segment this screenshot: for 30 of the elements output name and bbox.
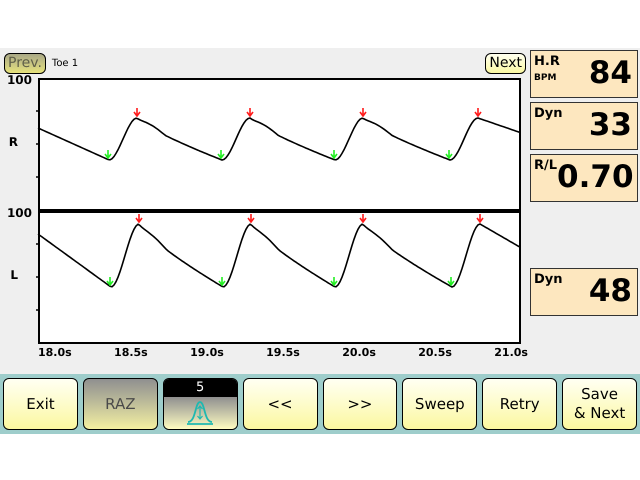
filter-level: 5 (164, 379, 237, 397)
x-axis-label: 20.5s (418, 347, 452, 358)
filter-button[interactable]: 5 (162, 378, 238, 430)
next-button[interactable]: Next (485, 52, 526, 74)
readout-label: R/L (534, 158, 558, 174)
x-axis-label: 19.0s (190, 347, 224, 358)
x-axis-label: 19.5s (266, 347, 300, 358)
readout-value: 0.70 (557, 162, 634, 193)
toolbar-button[interactable]: << (242, 378, 318, 430)
readout-unit: BPM (534, 74, 558, 84)
readout-label: Dyn (534, 106, 563, 122)
readout-value: 48 (588, 276, 632, 307)
toolbar-button[interactable]: >> (322, 378, 398, 430)
readout-value: 84 (588, 58, 632, 89)
channel-label: R (8, 136, 18, 148)
toolbar-button[interactable]: Retry (482, 378, 558, 430)
x-axis-label: 20.0s (342, 347, 376, 358)
recording-title: Toe 1 (52, 56, 80, 70)
readout-label: Dyn (534, 272, 563, 288)
x-axis-label: 18.5s (114, 347, 148, 358)
toolbar-button[interactable]: Save & Next (562, 378, 637, 430)
x-axis-label: 21.0s (494, 347, 528, 358)
readout-label: H.R (534, 54, 560, 70)
toolbar-button[interactable]: Exit (3, 378, 78, 430)
y-max-label: 100 (6, 74, 32, 86)
x-axis-label: 18.0s (38, 347, 72, 358)
y-max-label: 100 (6, 207, 32, 219)
toolbar-button[interactable]: Sweep (402, 378, 478, 430)
channel-label: L (10, 269, 18, 281)
readout-value: 33 (588, 110, 632, 141)
